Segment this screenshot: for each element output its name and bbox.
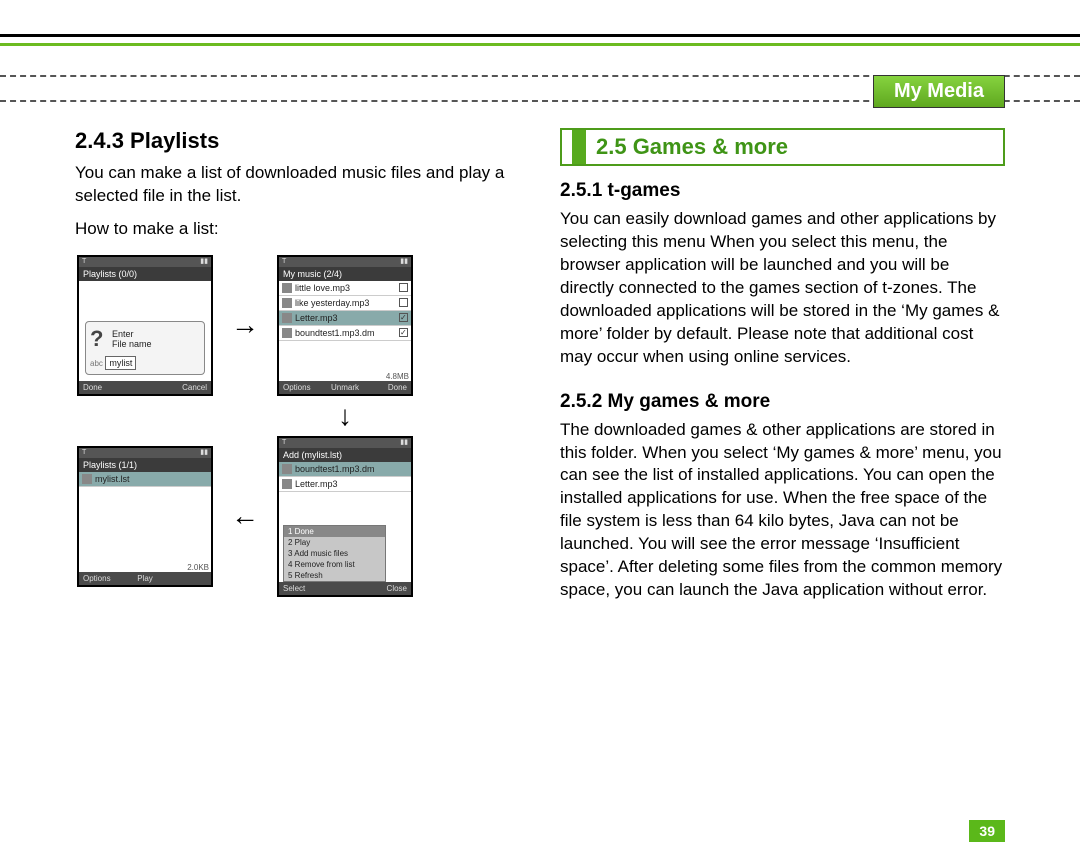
question-icon: ? (90, 326, 103, 352)
heading-2-4-3: 2.4.3 Playlists (75, 128, 520, 154)
list-item: like yesterday.mp3 (279, 296, 411, 311)
screen4-title: Add (mylist.lst) (279, 448, 411, 462)
left-column: 2.4.3 Playlists You can make a list of d… (75, 128, 520, 824)
s4-soft-left: Select (283, 584, 305, 593)
s1-soft-left: Done (83, 383, 102, 392)
playlists-howto: How to make a list: (75, 218, 520, 241)
context-menu: 1 Done2 Play3 Add music files4 Remove fr… (283, 525, 386, 582)
s2-soft-right: Done (366, 383, 407, 392)
arrow-left-icon (231, 500, 259, 532)
s2-soft-left: Options (283, 383, 324, 392)
list-item: Letter.mp3 (279, 311, 411, 326)
s2-size: 4.8MB (386, 372, 409, 381)
screen3-title: Playlists (1/1) (79, 458, 211, 472)
menu-item: 5 Refresh (284, 570, 385, 581)
right-column: 2.5 Games & more 2.5.1 t-games You can e… (560, 128, 1005, 824)
menu-item: 3 Add music files (284, 548, 385, 559)
menu-item: 4 Remove from list (284, 559, 385, 570)
list-item: Letter.mp3 (279, 477, 411, 492)
banner-label: 2.5 Games & more (586, 130, 1003, 164)
s3-soft-mid: Play (124, 574, 165, 583)
phone-screen-1: T▮▮ Playlists (0/0) ? Enter File name ab… (77, 255, 213, 396)
page-number: 39 (969, 820, 1005, 842)
list-item: boundtest1.mp3.dm (279, 462, 411, 477)
s2-soft-mid: Unmark (324, 383, 365, 392)
screen2-title: My music (2/4) (279, 267, 411, 281)
s1-soft-right: Cancel (182, 383, 207, 392)
dlg-line2: File name (112, 339, 152, 349)
screen1-dialog: ? Enter File name abc mylist (85, 321, 205, 375)
menu-item: 2 Play (284, 537, 385, 548)
dlg-input: mylist (105, 356, 136, 370)
playlists-intro: You can make a list of downloaded music … (75, 162, 520, 208)
s4-soft-right: Close (387, 584, 407, 593)
dlg-mode: abc (90, 359, 103, 368)
tgames-para: You can easily download games and other … (560, 208, 1005, 369)
chapter-badge: My Media (873, 75, 1005, 108)
s3-size: 2.0KB (187, 563, 209, 572)
s3-soft-left: Options (83, 574, 124, 583)
screen1-title: Playlists (0/0) (79, 267, 211, 281)
arrow-down-icon (338, 400, 352, 432)
list-item: little love.mp3 (279, 281, 411, 296)
list-item: mylist.lst (79, 472, 211, 487)
dlg-line1: Enter (112, 329, 152, 339)
phone-screen-3: T▮▮ Playlists (1/1) mylist.lst 2.0KB Opt… (77, 446, 213, 587)
arrow-right-icon (231, 309, 259, 341)
phone-screen-4: T▮▮ Add (mylist.lst) boundtest1.mp3.dmLe… (277, 436, 413, 597)
s3-soft-right (166, 574, 207, 583)
content-area: 2.4.3 Playlists You can make a list of d… (75, 128, 1005, 824)
list-item: boundtest1.mp3.dm (279, 326, 411, 341)
heading-2-5-2: 2.5.2 My games & more (560, 391, 1005, 413)
phone-screen-2: T▮▮ My music (2/4) little love.mp3like y… (277, 255, 413, 396)
screenshot-grid: T▮▮ Playlists (0/0) ? Enter File name ab… (75, 255, 520, 597)
games-more-banner: 2.5 Games & more (560, 128, 1005, 166)
menu-item: 1 Done (284, 526, 385, 537)
mygames-para: The downloaded games & other application… (560, 419, 1005, 603)
header-stripe (0, 34, 1080, 46)
heading-2-5-1: 2.5.1 t-games (560, 180, 1005, 202)
